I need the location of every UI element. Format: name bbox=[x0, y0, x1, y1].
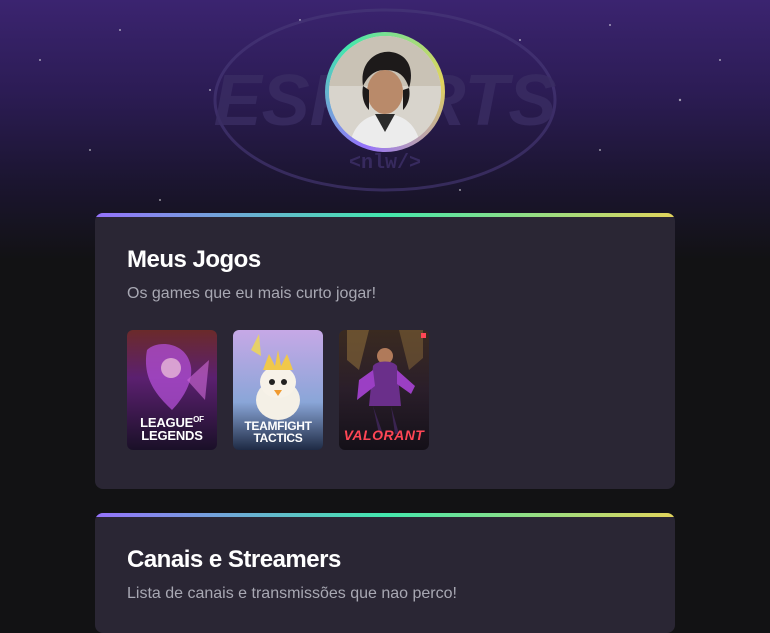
game-label: VALORANT bbox=[343, 427, 425, 443]
avatar bbox=[329, 36, 441, 148]
games-card-title: Meus Jogos bbox=[127, 246, 261, 273]
channels-card-title: Canais e Streamers bbox=[127, 546, 341, 573]
avatar-ring bbox=[325, 32, 445, 152]
channels-card-subtitle: Lista de canais e transmissões que nao p… bbox=[127, 585, 457, 602]
game-label: TEAMFIGHT TACTICS bbox=[244, 419, 312, 445]
games-card-subtitle: Os games que eu mais curto jogar! bbox=[127, 285, 377, 302]
game-card-league-of-legends[interactable]: LEAGUEOF LEGENDS bbox=[127, 330, 217, 450]
games-list: LEAGUEOF LEGENDS TEAMFIGHT TACTICS VALOR… bbox=[127, 330, 429, 450]
games-card: Meus Jogos Os games que eu mais curto jo… bbox=[95, 213, 675, 489]
avatar-photo-icon bbox=[329, 36, 441, 148]
svg-text:<nlw/>: <nlw/> bbox=[349, 152, 421, 175]
game-label: LEAGUEOF LEGENDS bbox=[140, 415, 204, 443]
game-card-teamfight-tactics[interactable]: TEAMFIGHT TACTICS bbox=[233, 330, 323, 450]
channels-card: Canais e Streamers Lista de canais e tra… bbox=[95, 513, 675, 633]
game-card-valorant[interactable]: VALORANT bbox=[339, 330, 429, 450]
